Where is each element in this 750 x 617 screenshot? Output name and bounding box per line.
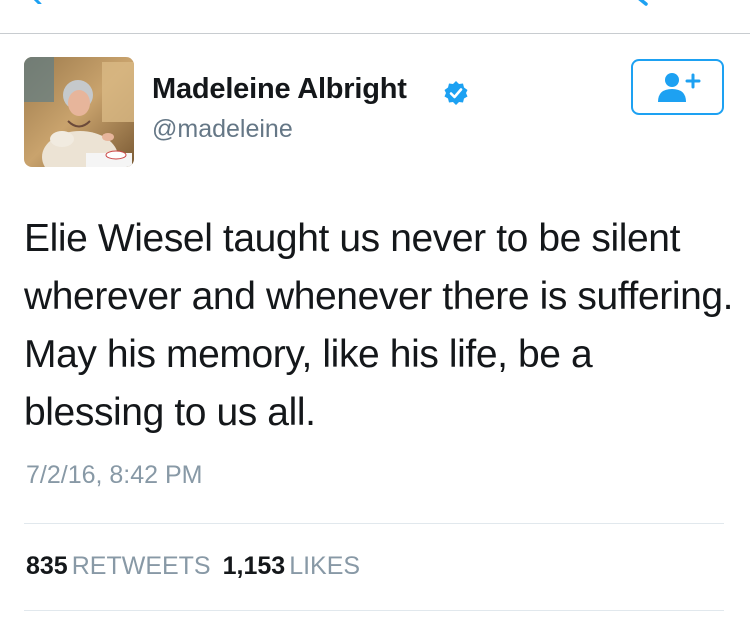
profile-icon[interactable]: [686, 0, 726, 10]
tweet-text: Elie Wiesel taught us never to be silent…: [24, 217, 734, 434]
chevron-left-icon[interactable]: [22, 0, 48, 4]
likes-label[interactable]: LIKES: [289, 552, 360, 580]
reply-icon[interactable]: [630, 0, 670, 10]
author-handle[interactable]: @madeleine: [152, 115, 293, 144]
stats-divider-bottom: [24, 610, 724, 611]
author-name[interactable]: Madeleine Albright: [152, 73, 407, 106]
navigation-bar: [0, 0, 750, 34]
avatar[interactable]: [24, 57, 134, 167]
stats-divider-top: [24, 523, 724, 524]
tweet-stats: 835 RETWEETS 1,153 LIKES: [26, 552, 372, 581]
verified-badge-icon: [444, 81, 468, 105]
retweets-count[interactable]: 835: [26, 552, 68, 580]
likes-count[interactable]: 1,153: [223, 552, 286, 580]
avatar-photo: [24, 57, 134, 167]
follow-button[interactable]: [631, 59, 724, 115]
add-user-icon: [657, 73, 700, 102]
nav-divider: [0, 33, 750, 34]
retweets-label[interactable]: RETWEETS: [72, 552, 211, 580]
tweet-timestamp: 7/2/16, 8:42 PM: [26, 461, 203, 489]
nav-title-fragment: [355, 0, 415, 2]
